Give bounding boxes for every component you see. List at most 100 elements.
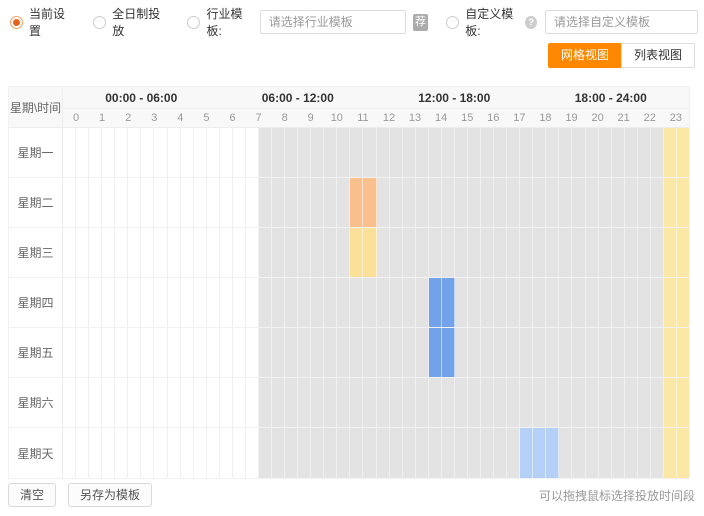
grid-cell[interactable] — [115, 228, 128, 277]
grid-cell[interactable] — [651, 328, 664, 377]
grid-cell[interactable] — [272, 278, 285, 327]
grid-cell[interactable] — [259, 178, 272, 227]
grid-cell[interactable] — [102, 428, 115, 478]
grid-cell[interactable] — [572, 278, 585, 327]
grid-cell[interactable] — [625, 278, 638, 327]
grid-cell-orange[interactable] — [350, 178, 363, 227]
grid-cell[interactable] — [76, 328, 89, 377]
grid-cell[interactable] — [586, 328, 599, 377]
grid-cell[interactable] — [599, 328, 612, 377]
grid-cell[interactable] — [468, 378, 481, 427]
grid-cell-yellow[interactable] — [363, 228, 376, 277]
grid-cell[interactable] — [638, 228, 651, 277]
grid-cell[interactable] — [181, 278, 194, 327]
grid-cell[interactable] — [128, 228, 141, 277]
grid-cell[interactable] — [115, 428, 128, 478]
grid-cell[interactable] — [363, 378, 376, 427]
grid-cell[interactable] — [350, 328, 363, 377]
grid-cell[interactable] — [507, 378, 520, 427]
grid-cell-pale-yellow[interactable] — [677, 278, 689, 327]
grid-cell[interactable] — [207, 128, 220, 177]
grid-cell[interactable] — [141, 328, 154, 377]
grid-cell-pale-yellow[interactable] — [664, 278, 677, 327]
grid-cell[interactable] — [63, 128, 76, 177]
grid-cell-pale-yellow[interactable] — [677, 428, 689, 478]
grid-cell[interactable] — [181, 128, 194, 177]
grid-cell[interactable] — [442, 228, 455, 277]
grid-cell[interactable] — [481, 378, 494, 427]
grid-cell[interactable] — [115, 278, 128, 327]
grid-cell[interactable] — [220, 328, 233, 377]
grid-cell[interactable] — [651, 128, 664, 177]
grid-cell[interactable] — [63, 178, 76, 227]
grid-cell[interactable] — [599, 278, 612, 327]
grid-cell[interactable] — [220, 278, 233, 327]
grid-cell[interactable] — [89, 178, 102, 227]
grid-cell[interactable] — [63, 278, 76, 327]
radio-icon[interactable] — [93, 16, 106, 29]
grid-cell[interactable] — [625, 378, 638, 427]
grid-cell[interactable] — [168, 178, 181, 227]
grid-cell[interactable] — [507, 278, 520, 327]
grid-cell-pale-yellow[interactable] — [677, 128, 689, 177]
grid-cell[interactable] — [141, 278, 154, 327]
grid-cell[interactable] — [507, 428, 520, 478]
grid-cell[interactable] — [546, 228, 559, 277]
grid-cell[interactable] — [181, 428, 194, 478]
grid-cell[interactable] — [298, 328, 311, 377]
grid-cell[interactable] — [533, 278, 546, 327]
grid-cell[interactable] — [638, 428, 651, 478]
grid-cell[interactable] — [259, 228, 272, 277]
grid-cell[interactable] — [350, 128, 363, 177]
grid-cell[interactable] — [194, 328, 207, 377]
grid-cell[interactable] — [455, 228, 468, 277]
list-view-button[interactable]: 列表视图 — [621, 43, 695, 68]
radio-all-day[interactable]: 全日制投放 — [93, 5, 165, 39]
grid-cell[interactable] — [586, 178, 599, 227]
grid-cell[interactable] — [468, 178, 481, 227]
grid-cell[interactable] — [586, 128, 599, 177]
grid-cell[interactable] — [298, 278, 311, 327]
grid-cell[interactable] — [102, 278, 115, 327]
grid-cell[interactable] — [207, 428, 220, 478]
grid-cell[interactable] — [507, 228, 520, 277]
grid-cell[interactable] — [207, 278, 220, 327]
grid-cell[interactable] — [390, 428, 403, 478]
grid-cell[interactable] — [168, 278, 181, 327]
grid-cell[interactable] — [625, 328, 638, 377]
grid-cell[interactable] — [586, 278, 599, 327]
grid-cell[interactable] — [141, 178, 154, 227]
grid-cell[interactable] — [377, 428, 390, 478]
grid-cell[interactable] — [246, 428, 259, 478]
grid-cell[interactable] — [350, 428, 363, 478]
grid-cell[interactable] — [233, 178, 246, 227]
grid-cell[interactable] — [128, 178, 141, 227]
grid-cell[interactable] — [141, 428, 154, 478]
grid-cell[interactable] — [220, 428, 233, 478]
grid-cell[interactable] — [429, 428, 442, 478]
grid-cell[interactable] — [246, 178, 259, 227]
grid-cell[interactable] — [102, 378, 115, 427]
grid-cell[interactable] — [390, 378, 403, 427]
grid-cell[interactable] — [612, 178, 625, 227]
grid-cell[interactable] — [233, 228, 246, 277]
grid-cell[interactable] — [337, 128, 350, 177]
grid-cell[interactable] — [272, 378, 285, 427]
grid-cell[interactable] — [403, 278, 416, 327]
grid-cell[interactable] — [102, 328, 115, 377]
grid-cell[interactable] — [115, 178, 128, 227]
grid-cell[interactable] — [586, 228, 599, 277]
grid-cell[interactable] — [429, 378, 442, 427]
grid-cell[interactable] — [403, 128, 416, 177]
grid-cell-blue[interactable] — [442, 278, 455, 327]
grid-cell[interactable] — [272, 228, 285, 277]
grid-cell[interactable] — [481, 228, 494, 277]
grid-cell[interactable] — [455, 128, 468, 177]
grid-cell[interactable] — [377, 328, 390, 377]
grid-cell[interactable] — [625, 428, 638, 478]
grid-cell[interactable] — [285, 128, 298, 177]
grid-cell[interactable] — [533, 228, 546, 277]
grid-cell[interactable] — [259, 378, 272, 427]
grid-cell[interactable] — [298, 178, 311, 227]
grid-cell[interactable] — [324, 428, 337, 478]
